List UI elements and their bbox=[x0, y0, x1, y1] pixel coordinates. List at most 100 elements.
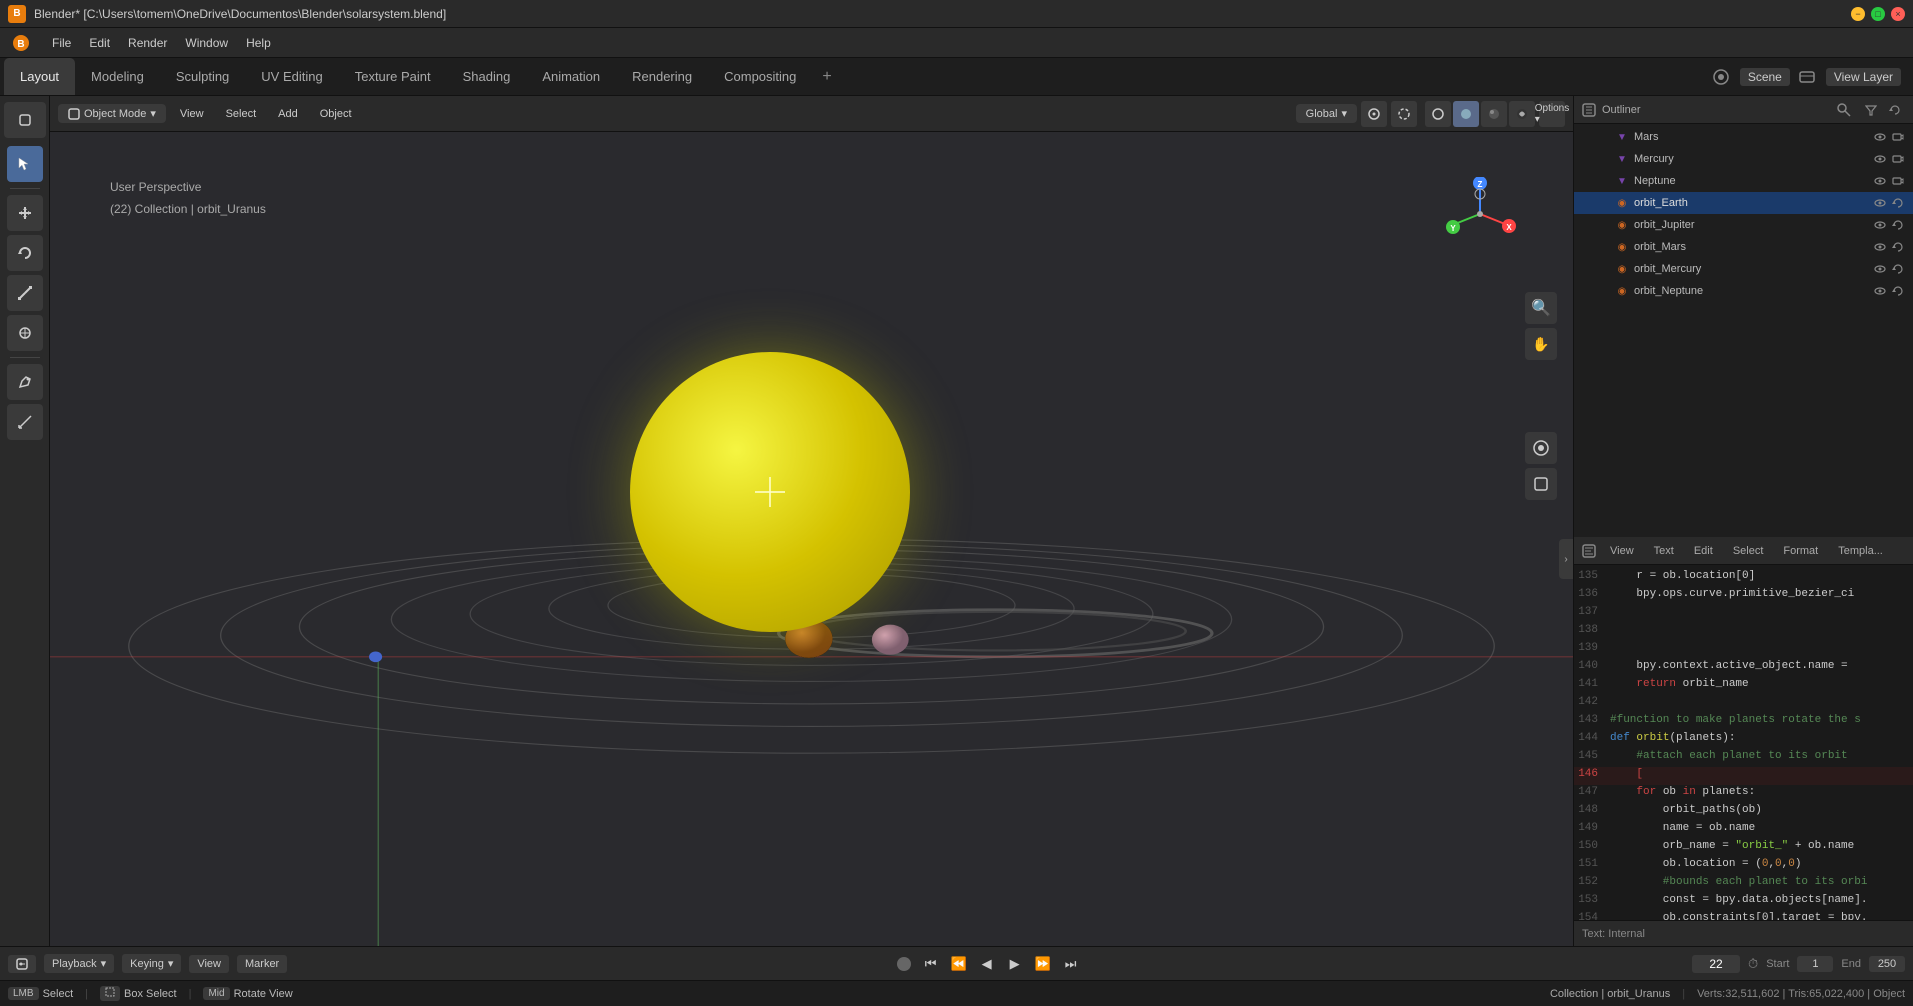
outliner-item-orbit-jupiter[interactable]: ◉ orbit_Jupiter bbox=[1574, 214, 1913, 236]
edit-menu-code[interactable]: Edit bbox=[1688, 543, 1719, 559]
viewport[interactable]: Object Mode ▾ View Select Add Object Glo… bbox=[50, 96, 1573, 946]
code-body[interactable]: 135 r = ob.location[0] 136 bpy.ops.curve… bbox=[1574, 565, 1913, 920]
options-button[interactable]: Options ▾ bbox=[1539, 101, 1565, 127]
orbit-neptune-visibility[interactable] bbox=[1873, 284, 1887, 298]
select-menu-code[interactable]: Select bbox=[1727, 543, 1770, 559]
record-button[interactable] bbox=[897, 957, 911, 971]
next-keyframe-button[interactable]: ⏩ bbox=[1031, 952, 1055, 976]
end-frame-value[interactable]: 250 bbox=[1869, 956, 1905, 972]
jump-end-button[interactable]: ⏭ bbox=[1059, 952, 1083, 976]
outliner-item-orbit-mars[interactable]: ◉ orbit_Mars bbox=[1574, 236, 1913, 258]
axis-gizmo[interactable]: Z X Y bbox=[1443, 177, 1518, 252]
sidebar-collapse-button[interactable]: › bbox=[1559, 539, 1573, 579]
template-menu[interactable]: Templa... bbox=[1832, 543, 1889, 559]
outliner-item-mercury[interactable]: ▼ Mercury bbox=[1574, 148, 1913, 170]
orbit-neptune-anim[interactable] bbox=[1891, 284, 1905, 298]
jump-start-button[interactable]: ⏮ bbox=[919, 952, 943, 976]
scene-area[interactable]: User Perspective (22) Collection | orbit… bbox=[50, 132, 1573, 946]
menu-file[interactable]: File bbox=[44, 33, 79, 53]
orbit-mercury-anim[interactable] bbox=[1891, 262, 1905, 276]
menu-blender[interactable]: B bbox=[4, 31, 42, 55]
orbit-mercury-visibility[interactable] bbox=[1873, 262, 1887, 276]
mercury-visibility[interactable] bbox=[1873, 152, 1887, 166]
grab-button[interactable]: ✋ bbox=[1525, 328, 1557, 360]
tab-rendering[interactable]: Rendering bbox=[616, 58, 708, 95]
neptune-camera[interactable] bbox=[1891, 174, 1905, 188]
tab-uvediting[interactable]: UV Editing bbox=[245, 58, 338, 95]
outliner-item-orbit-mercury[interactable]: ◉ orbit_Mercury bbox=[1574, 258, 1913, 280]
proportional-edit-button[interactable] bbox=[1391, 101, 1417, 127]
orbit-earth-visibility[interactable] bbox=[1873, 196, 1887, 210]
scene-name[interactable]: Scene bbox=[1740, 68, 1790, 86]
move-tool[interactable] bbox=[7, 195, 43, 231]
keying-button[interactable]: Keying ▾ bbox=[122, 954, 181, 973]
minimize-button[interactable]: − bbox=[1851, 7, 1865, 21]
marker-button[interactable]: Marker bbox=[237, 955, 287, 973]
view-timeline-button[interactable]: View bbox=[189, 955, 229, 973]
scene-icon[interactable] bbox=[1712, 68, 1730, 86]
tab-texturepaint[interactable]: Texture Paint bbox=[339, 58, 447, 95]
wireframe-button[interactable] bbox=[1425, 101, 1451, 127]
orbit-mars-anim[interactable] bbox=[1891, 240, 1905, 254]
measure-tool[interactable] bbox=[7, 404, 43, 440]
gizmo-button[interactable] bbox=[1525, 468, 1557, 500]
tab-sculpting[interactable]: Sculpting bbox=[160, 58, 245, 95]
orbit-jupiter-visibility[interactable] bbox=[1873, 218, 1887, 232]
transform-orientation[interactable]: Global ▾ bbox=[1296, 104, 1357, 123]
snap-button[interactable] bbox=[1361, 101, 1387, 127]
tab-animation[interactable]: Animation bbox=[526, 58, 616, 95]
text-menu[interactable]: Text bbox=[1648, 543, 1680, 559]
outliner-item-neptune[interactable]: ▼ Neptune bbox=[1574, 170, 1913, 192]
outliner-sync-button[interactable] bbox=[1885, 100, 1905, 120]
prev-keyframe-button[interactable]: ⏪ bbox=[947, 952, 971, 976]
playback-button[interactable]: Playback ▾ bbox=[44, 954, 114, 973]
overlay-button[interactable] bbox=[1525, 432, 1557, 464]
object-menu[interactable]: Object bbox=[312, 105, 360, 123]
viewlayer-icon[interactable] bbox=[1798, 68, 1816, 86]
menu-render[interactable]: Render bbox=[120, 33, 175, 53]
rendered-button[interactable] bbox=[1509, 101, 1535, 127]
orbit-earth-anim[interactable] bbox=[1891, 196, 1905, 210]
neptune-visibility[interactable] bbox=[1873, 174, 1887, 188]
format-menu[interactable]: Format bbox=[1777, 543, 1824, 559]
select-menu[interactable]: Select bbox=[218, 105, 265, 123]
close-button[interactable]: × bbox=[1891, 7, 1905, 21]
mercury-camera[interactable] bbox=[1891, 152, 1905, 166]
outliner-item-orbit-neptune[interactable]: ◉ orbit_Neptune bbox=[1574, 280, 1913, 302]
add-workspace-button[interactable]: + bbox=[812, 58, 841, 95]
transform-tool[interactable] bbox=[7, 315, 43, 351]
timeline-editor-button[interactable] bbox=[8, 955, 36, 973]
view-menu-code[interactable]: View bbox=[1604, 543, 1640, 559]
annotate-tool[interactable] bbox=[7, 364, 43, 400]
tab-modeling[interactable]: Modeling bbox=[75, 58, 160, 95]
mars-camera[interactable] bbox=[1891, 130, 1905, 144]
orbit-jupiter-anim[interactable] bbox=[1891, 218, 1905, 232]
object-mode-button[interactable]: Object Mode ▾ bbox=[58, 104, 166, 123]
rotate-tool[interactable] bbox=[7, 235, 43, 271]
outliner-search-icon[interactable] bbox=[1837, 103, 1851, 117]
tab-layout[interactable]: Layout bbox=[4, 58, 75, 95]
tab-shading[interactable]: Shading bbox=[447, 58, 527, 95]
zoom-in-button[interactable]: 🔍 bbox=[1525, 292, 1557, 324]
play-reverse-button[interactable]: ◀ bbox=[975, 952, 999, 976]
menu-help[interactable]: Help bbox=[238, 33, 279, 53]
start-frame-value[interactable]: 1 bbox=[1797, 956, 1833, 972]
solid-button[interactable] bbox=[1453, 101, 1479, 127]
maximize-button[interactable]: □ bbox=[1871, 7, 1885, 21]
outliner-filter-button[interactable] bbox=[1861, 100, 1881, 120]
menu-edit[interactable]: Edit bbox=[81, 33, 118, 53]
scale-tool[interactable] bbox=[7, 275, 43, 311]
orbit-mars-visibility[interactable] bbox=[1873, 240, 1887, 254]
view-layer-name[interactable]: View Layer bbox=[1826, 68, 1901, 86]
tab-compositing[interactable]: Compositing bbox=[708, 58, 812, 95]
outliner-item-mars[interactable]: ▼ Mars bbox=[1574, 126, 1913, 148]
outliner-item-orbit-earth[interactable]: ◉ orbit_Earth bbox=[1574, 192, 1913, 214]
mode-button[interactable] bbox=[4, 102, 46, 138]
current-frame-input[interactable] bbox=[1692, 955, 1740, 973]
play-button[interactable]: ▶ bbox=[1003, 952, 1027, 976]
add-menu[interactable]: Add bbox=[270, 105, 306, 123]
material-preview-button[interactable] bbox=[1481, 101, 1507, 127]
menu-window[interactable]: Window bbox=[177, 33, 236, 53]
select-tool[interactable] bbox=[7, 146, 43, 182]
mars-visibility[interactable] bbox=[1873, 130, 1887, 144]
